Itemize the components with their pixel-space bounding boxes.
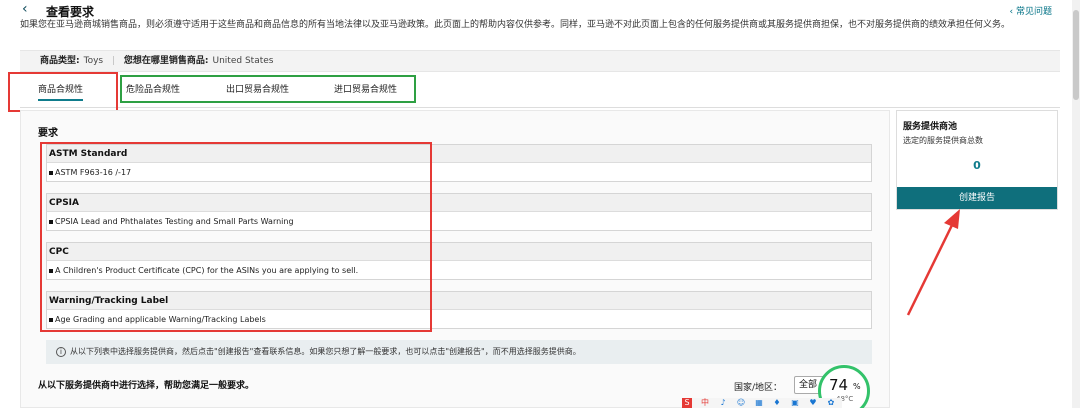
annotation-red-box-requirements	[40, 142, 432, 332]
provider-pool-subtitle: 选定的服务提供商总数	[903, 136, 983, 145]
annotation-red-arrow	[906, 209, 960, 316]
skin-icon[interactable]: ♦	[772, 398, 782, 408]
music-icon[interactable]: ♪	[718, 398, 728, 408]
provider-pool-title: 服务提供商池	[903, 122, 958, 132]
scrollbar-thumb[interactable]	[1073, 10, 1079, 100]
page-header: ‹ 查看要求 ‹ 常见问题	[0, 0, 1080, 20]
meta-divider: |	[111, 56, 116, 66]
page-scrollbar[interactable]	[1072, 0, 1080, 408]
gauge-unit: %	[853, 382, 861, 391]
keyboard-icon[interactable]: ▦	[754, 398, 764, 408]
settings-icon[interactable]: ✿	[826, 398, 836, 408]
region-label: 国家/地区：	[734, 383, 783, 393]
sell-where-label: 您想在哪里销售商品:	[123, 56, 209, 66]
provider-pool-card: 服务提供商池 选定的服务提供商总数 0 创建报告	[896, 110, 1058, 210]
product-meta-bar: 商品类型: Toys | 您想在哪里销售商品: United States	[20, 50, 1060, 72]
toolbox-icon[interactable]: ▣	[790, 398, 800, 408]
info-message-text: 从以下列表中选择服务提供商，然后点击"创建报告"查看联系信息。如果您只想了解一般…	[70, 347, 581, 356]
compliance-notice: 如果您在亚马逊商城销售商品，则必须遵守适用于这些商品和商品信息的所有当地法律以及…	[20, 20, 1011, 30]
product-type-value: Toys	[83, 56, 104, 66]
gauge-value: 74	[829, 376, 849, 394]
favorite-icon[interactable]: ♥	[808, 398, 818, 408]
choose-provider-title: 从以下服务提供商中进行选择，帮助您满足一般要求。	[38, 381, 255, 391]
page-title: 查看要求	[46, 5, 95, 19]
provider-count: 0	[973, 159, 981, 172]
ime-chinese-icon[interactable]: 中	[700, 398, 710, 408]
annotation-red-box-tab	[8, 72, 118, 112]
sell-where-value: United States	[212, 56, 274, 66]
requirements-title: 要求	[38, 128, 58, 139]
help-link[interactable]: ‹ 常见问题	[1010, 4, 1052, 17]
annotation-green-box-tabs	[120, 75, 416, 103]
product-type-label: 商品类型:	[40, 56, 80, 66]
info-icon: i	[56, 347, 66, 357]
info-message-bar: i 从以下列表中选择服务提供商，然后点击"创建报告"查看联系信息。如果您只想了解一…	[46, 340, 872, 364]
chevron-left-icon[interactable]: ‹	[22, 2, 28, 16]
system-tray: S 中 ♪ ☺ ▦ ♦ ▣ ♥ ✿	[682, 398, 842, 408]
emoji-icon[interactable]: ☺	[736, 398, 746, 408]
help-link-label[interactable]: 常见问题	[1016, 7, 1052, 17]
sogou-icon[interactable]: S	[682, 398, 692, 408]
